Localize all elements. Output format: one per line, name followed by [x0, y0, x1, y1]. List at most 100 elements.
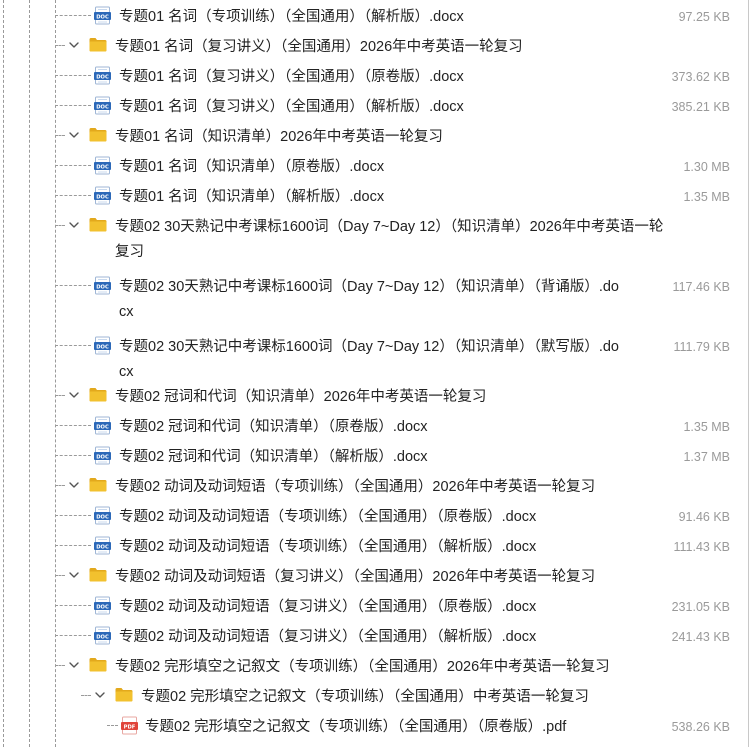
chevron-down-icon[interactable] [93, 684, 107, 706]
word-document-icon: DOC [93, 596, 112, 615]
file-size: 111.43 KB [673, 540, 730, 554]
tree-folder-row[interactable]: 专题02 动词及动词短语（专项训练）（全国通用）2026年中考英语一轮复习 [0, 470, 746, 500]
tree-file-row[interactable]: DOC 专题01 名词（知识清单）（解析版）.docx 1.35 MB [0, 180, 746, 210]
folder-icon [89, 217, 107, 232]
file-size: 1.35 MB [683, 420, 730, 434]
tree-file-row[interactable]: DOC 专题01 名词（复习讲义）（全国通用）（原卷版）.docx 373.62 K… [0, 60, 746, 90]
word-document-icon: DOC [93, 66, 112, 85]
tree-file-row[interactable]: DOC 专题02 冠词和代词（知识清单）（解析版）.docx 1.37 MB [0, 440, 746, 470]
tree-file-row[interactable]: PDF 专题02 完形填空之记叙文（专项训练）（全国通用）（原卷版）.pdf 538… [0, 710, 746, 740]
tree-connector-line [55, 545, 91, 546]
file-size: 385.21 KB [671, 100, 730, 114]
folder-icon [115, 687, 133, 702]
file-size: 231.05 KB [671, 600, 730, 614]
tree-file-row[interactable]: DOC 专题02 动词及动词短语（专项训练）（全国通用）（原卷版）.docx 91.… [0, 500, 746, 530]
svg-text:DOC: DOC [96, 164, 109, 170]
tree-connector-line [55, 395, 65, 396]
chevron-down-icon[interactable] [67, 214, 81, 236]
svg-text:DOC: DOC [96, 634, 109, 640]
word-document-icon: DOC [93, 446, 112, 465]
tree-folder-row[interactable]: 专题02 完形填空之记叙文（专项训练）（全国通用）2026年中考英语一轮复习 [0, 650, 746, 680]
tree-connector-line [55, 455, 91, 456]
tree-connector-line [55, 575, 65, 576]
file-name: 专题01 名词（专项训练）（全国通用）（解析版）.docx [119, 9, 464, 25]
pdf-document-icon: PDF [120, 716, 139, 735]
tree-file-row[interactable]: DOC 专题02 动词及动词短语（复习讲义）（全国通用）（原卷版）.docx 231… [0, 590, 746, 620]
word-document-icon: DOC [93, 506, 112, 525]
svg-text:DOC: DOC [96, 544, 109, 550]
tree-folder-row[interactable]: 专题02 30天熟记中考课标1600词（Day 7~Day 12）（知识清单）2… [0, 210, 746, 270]
word-document-icon: DOC [93, 6, 112, 25]
tree-connector-line [81, 695, 91, 696]
word-document-icon: DOC [93, 276, 112, 295]
tree-folder-row[interactable]: 专题02 完形填空之记叙文（专项训练）（全国通用）中考英语一轮复习 [0, 680, 746, 710]
file-size: 373.62 KB [671, 70, 730, 84]
tree-connector-line [55, 635, 91, 636]
tree-connector-line [55, 135, 65, 136]
file-size: 241.43 KB [671, 630, 730, 644]
tree-file-row[interactable]: DOC 专题01 名词（知识清单）（原卷版）.docx 1.30 MB [0, 150, 746, 180]
chevron-down-icon[interactable] [67, 124, 81, 146]
file-size: 538.26 KB [671, 720, 730, 734]
svg-text:DOC: DOC [96, 454, 109, 460]
folder-name: 专题02 动词及动词短语（复习讲义）（全国通用）2026年中考英语一轮复习 [115, 569, 596, 585]
file-size: 1.37 MB [683, 450, 730, 464]
file-name: 专题02 动词及动词短语（专项训练）（全国通用）（原卷版）.docx [119, 509, 537, 525]
file-name: 专题02 动词及动词短语（复习讲义）（全国通用）（解析版）.docx [119, 629, 537, 645]
tree-connector-line [55, 345, 91, 346]
word-document-icon: DOC [93, 96, 112, 115]
folder-name: 专题02 完形填空之记叙文（专项训练）（全国通用）2026年中考英语一轮复习 [115, 659, 610, 675]
svg-text:DOC: DOC [96, 344, 109, 350]
file-name: 专题02 完形填空之记叙文（专项训练）（全国通用）（原卷版）.pdf [145, 719, 567, 735]
folder-name: 专题02 完形填空之记叙文（专项训练）（全国通用）中考英语一轮复习 [141, 689, 589, 705]
file-size: 1.30 MB [683, 160, 730, 174]
file-name: 专题01 名词（复习讲义）（全国通用）（原卷版）.docx [119, 69, 464, 85]
tree-file-row[interactable]: DOC 专题01 名词（专项训练）（全国通用）（解析版）.docx 97.25 KB [0, 0, 746, 30]
svg-text:DOC: DOC [96, 104, 109, 110]
chevron-down-icon[interactable] [67, 34, 81, 56]
svg-text:DOC: DOC [96, 604, 109, 610]
file-name: 专题02 30天熟记中考课标1600词（Day 7~Day 12）（知识清单）（… [119, 279, 619, 320]
tree-folder-row[interactable]: 专题01 名词（复习讲义）（全国通用）2026年中考英语一轮复习 [0, 30, 746, 60]
word-document-icon: DOC [93, 536, 112, 555]
word-document-icon: DOC [93, 336, 112, 355]
folder-name: 专题01 名词（复习讲义）（全国通用）2026年中考英语一轮复习 [115, 39, 523, 55]
tree-connector-line [55, 485, 65, 486]
folder-name: 专题02 动词及动词短语（专项训练）（全国通用）2026年中考英语一轮复习 [115, 479, 596, 495]
tree-folder-row[interactable]: 专题02 动词及动词短语（复习讲义）（全国通用）2026年中考英语一轮复习 [0, 560, 746, 590]
file-name: 专题02 30天熟记中考课标1600词（Day 7~Day 12）（知识清单）（… [119, 339, 619, 380]
tree-file-row[interactable]: DOC 专题02 冠词和代词（知识清单）（原卷版）.docx 1.35 MB [0, 410, 746, 440]
folder-icon [89, 387, 107, 402]
tree-file-row[interactable]: DOC 专题01 名词（复习讲义）（全国通用）（解析版）.docx 385.21 K… [0, 90, 746, 120]
word-document-icon: DOC [93, 186, 112, 205]
chevron-down-icon[interactable] [67, 654, 81, 676]
folder-name: 专题02 冠词和代词（知识清单）2026年中考英语一轮复习 [115, 389, 487, 405]
tree-folder-row[interactable]: 专题01 名词（知识清单）2026年中考英语一轮复习 [0, 120, 746, 150]
tree-file-row[interactable]: DOC 专题02 动词及动词短语（复习讲义）（全国通用）（解析版）.docx 241… [0, 620, 746, 650]
folder-icon [89, 567, 107, 582]
word-document-icon: DOC [93, 416, 112, 435]
file-tree: DOC 专题01 名词（专项训练）（全国通用）（解析版）.docx 97.25 KB… [0, 0, 751, 747]
tree-file-row[interactable]: DOC 专题02 动词及动词短语（专项训练）（全国通用）（解析版）.docx 111… [0, 530, 746, 560]
svg-text:DOC: DOC [96, 14, 109, 20]
file-name: 专题01 名词（知识清单）（原卷版）.docx [119, 159, 385, 175]
folder-icon [89, 127, 107, 142]
tree-connector-line [55, 75, 91, 76]
file-name: 专题01 名词（复习讲义）（全国通用）（解析版）.docx [119, 99, 464, 115]
file-size: 97.25 KB [678, 10, 730, 24]
word-document-icon: DOC [93, 156, 112, 175]
chevron-down-icon[interactable] [67, 384, 81, 406]
file-name: 专题01 名词（知识清单）（解析版）.docx [119, 189, 385, 205]
svg-text:DOC: DOC [96, 194, 109, 200]
tree-folder-row[interactable]: 专题02 冠词和代词（知识清单）2026年中考英语一轮复习 [0, 380, 746, 410]
tree-connector-line [55, 195, 91, 196]
svg-text:DOC: DOC [96, 284, 109, 290]
folder-name: 专题01 名词（知识清单）2026年中考英语一轮复习 [115, 129, 443, 145]
file-name: 专题02 冠词和代词（知识清单）（解析版）.docx [119, 449, 428, 465]
folder-name: 专题02 30天熟记中考课标1600词（Day 7~Day 12）（知识清单）2… [115, 219, 664, 260]
chevron-down-icon[interactable] [67, 564, 81, 586]
chevron-down-icon[interactable] [67, 474, 81, 496]
tree-file-row[interactable]: DOC 专题02 30天熟记中考课标1600词（Day 7~Day 12）（知识清… [0, 270, 746, 330]
folder-icon [89, 477, 107, 492]
tree-connector-line [55, 285, 91, 286]
